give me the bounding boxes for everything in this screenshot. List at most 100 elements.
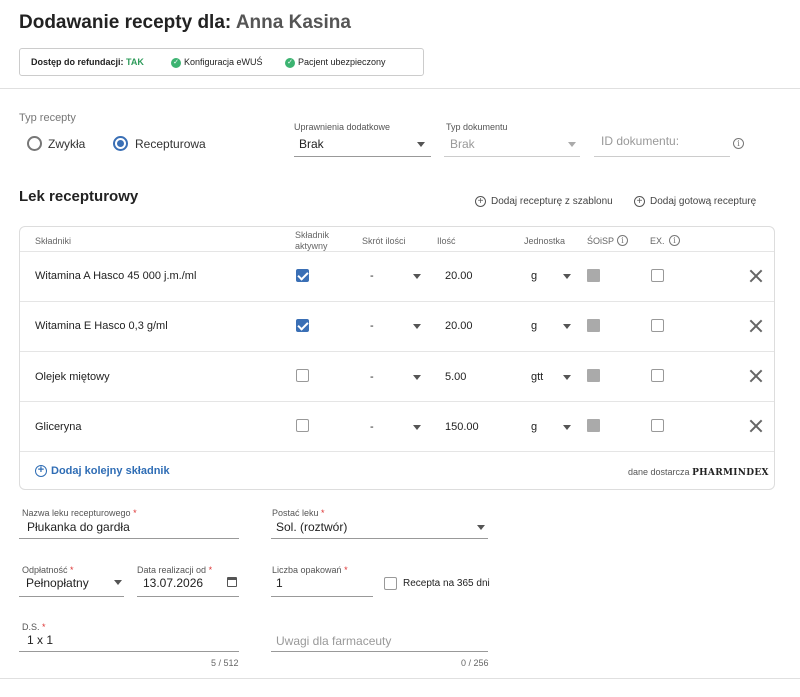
permissions-select[interactable]: Brak xyxy=(299,137,324,151)
abbrev-select[interactable]: - xyxy=(370,371,374,383)
required-mark: * xyxy=(70,565,74,575)
ds-input[interactable]: 1 x 1 xyxy=(27,633,53,647)
drug-name-underline xyxy=(19,538,239,539)
refund-label: Dostęp do refundacji: xyxy=(31,57,124,67)
drug-name-label: Nazwa leku recepturowego * xyxy=(22,508,137,518)
active-checkbox[interactable] xyxy=(296,269,309,282)
check-circle-icon: ✓ xyxy=(285,57,295,68)
drug-form-underline xyxy=(271,538,488,539)
add-from-template-button[interactable]: + Dodaj recepturę z szablonu xyxy=(475,196,613,207)
close-icon[interactable] xyxy=(749,319,763,333)
drug-name-label-text: Nazwa leku recepturowego xyxy=(22,508,131,518)
amount-input[interactable]: 20.00 xyxy=(445,270,473,282)
ex-checkbox[interactable] xyxy=(651,269,664,282)
chevron-down-icon[interactable] xyxy=(413,375,421,380)
supplier-info: dane dostarcza PHARMINDEX xyxy=(628,467,769,478)
document-type-label: Typ dokumentu xyxy=(446,122,508,132)
ex-checkbox[interactable] xyxy=(651,369,664,382)
unit-select[interactable]: g xyxy=(531,421,537,433)
pharmacist-notes-input[interactable]: Uwagi dla farmaceuty xyxy=(276,634,391,648)
chevron-down-icon[interactable] xyxy=(568,142,576,147)
add-ingredient-button[interactable]: + Dodaj kolejny składnik xyxy=(35,465,170,478)
date-label: Data realizacji od * xyxy=(137,565,212,575)
plus-circle-icon: + xyxy=(475,196,486,207)
chevron-down-icon[interactable] xyxy=(563,324,571,329)
recipe-365-label[interactable]: Recepta na 365 dni xyxy=(403,578,490,589)
permissions-underline xyxy=(294,156,431,157)
document-type-select[interactable]: Brak xyxy=(450,137,475,151)
packages-input[interactable]: 1 xyxy=(276,576,283,590)
add-ingredient-label[interactable]: Dodaj kolejny składnik xyxy=(51,465,170,477)
chevron-down-icon[interactable] xyxy=(477,525,485,530)
ex-checkbox[interactable] xyxy=(651,319,664,332)
patient-name: Anna Kasina xyxy=(235,12,351,33)
active-checkbox[interactable] xyxy=(296,319,309,332)
date-underline xyxy=(137,596,239,597)
payment-label: Odpłatność * xyxy=(22,565,74,575)
radio-recepturowa[interactable] xyxy=(113,136,128,151)
chevron-down-icon[interactable] xyxy=(114,580,122,585)
unit-select[interactable]: g xyxy=(531,270,537,282)
calendar-icon[interactable] xyxy=(227,577,237,587)
payment-select[interactable]: Pełnopłatny xyxy=(26,576,89,590)
date-input[interactable]: 13.07.2026 xyxy=(143,576,203,590)
status-box: Dostęp do refundacji: TAK ✓ Konfiguracja … xyxy=(19,48,424,76)
th-active-1: Składnik xyxy=(295,230,330,240)
chevron-down-icon[interactable] xyxy=(563,425,571,430)
drug-form-label: Postać leku * xyxy=(272,508,325,518)
refund-status: Dostęp do refundacji: TAK xyxy=(31,57,144,67)
close-icon[interactable] xyxy=(749,369,763,383)
active-checkbox[interactable] xyxy=(296,369,309,382)
divider xyxy=(0,678,800,679)
ex-checkbox[interactable] xyxy=(651,419,664,432)
document-id-input[interactable]: ID dokumentu: xyxy=(601,134,679,148)
unit-select[interactable]: gtt xyxy=(531,371,543,383)
ingredient-name: Witamina E Hasco 0,3 g/ml xyxy=(35,320,168,332)
amount-input[interactable]: 5.00 xyxy=(445,371,466,383)
th-ingredients: Składniki xyxy=(35,236,72,246)
abbrev-select[interactable]: - xyxy=(370,270,374,282)
amount-input[interactable]: 20.00 xyxy=(445,320,473,332)
drug-form-select[interactable]: Sol. (roztwór) xyxy=(276,520,347,534)
supplier-prefix: dane dostarcza xyxy=(628,467,690,477)
row-divider xyxy=(20,451,774,452)
ewus-label: Konfiguracja eWUŚ xyxy=(184,57,263,67)
chevron-down-icon[interactable] xyxy=(413,324,421,329)
prescription-type-label: Typ recepty xyxy=(19,112,76,124)
required-mark: * xyxy=(42,622,46,632)
info-icon[interactable]: i xyxy=(733,138,744,149)
ewus-status: ✓ Konfiguracja eWUŚ xyxy=(171,57,263,68)
recipe-365-checkbox[interactable] xyxy=(384,577,397,590)
row-divider xyxy=(20,401,774,402)
abbrev-select[interactable]: - xyxy=(370,421,374,433)
abbrev-select[interactable]: - xyxy=(370,320,374,332)
unit-select[interactable]: g xyxy=(531,320,537,332)
chevron-down-icon[interactable] xyxy=(417,142,425,147)
radio-zwykla-label[interactable]: Zwykła xyxy=(48,137,85,151)
ingredient-name: Witamina A Hasco 45 000 j.m./ml xyxy=(35,270,197,282)
active-checkbox[interactable] xyxy=(296,419,309,432)
add-ready-label[interactable]: Dodaj gotową recepturę xyxy=(650,196,756,207)
refund-value: TAK xyxy=(126,57,144,67)
ingredient-name: Gliceryna xyxy=(35,421,82,433)
close-icon[interactable] xyxy=(749,269,763,283)
ds-counter: 5 / 512 xyxy=(211,658,239,668)
check-circle-icon: ✓ xyxy=(171,57,181,68)
add-ready-button[interactable]: + Dodaj gotową recepturę xyxy=(634,196,756,207)
info-icon[interactable]: i xyxy=(669,235,680,246)
info-icon[interactable]: i xyxy=(617,235,628,246)
soisp-checkbox xyxy=(587,269,600,282)
radio-recepturowa-label[interactable]: Recepturowa xyxy=(135,137,206,151)
drug-name-input[interactable]: Płukanka do gardła xyxy=(27,520,130,534)
chevron-down-icon[interactable] xyxy=(413,274,421,279)
radio-zwykla[interactable] xyxy=(27,136,42,151)
close-icon[interactable] xyxy=(749,419,763,433)
pharmacist-notes-underline xyxy=(271,651,488,652)
chevron-down-icon[interactable] xyxy=(413,425,421,430)
chevron-down-icon[interactable] xyxy=(563,274,571,279)
amount-input[interactable]: 150.00 xyxy=(445,421,479,433)
chevron-down-icon[interactable] xyxy=(563,375,571,380)
payment-label-text: Odpłatność xyxy=(22,565,68,575)
drug-form-label-text: Postać leku xyxy=(272,508,319,518)
add-from-template-label[interactable]: Dodaj recepturę z szablonu xyxy=(491,196,613,207)
